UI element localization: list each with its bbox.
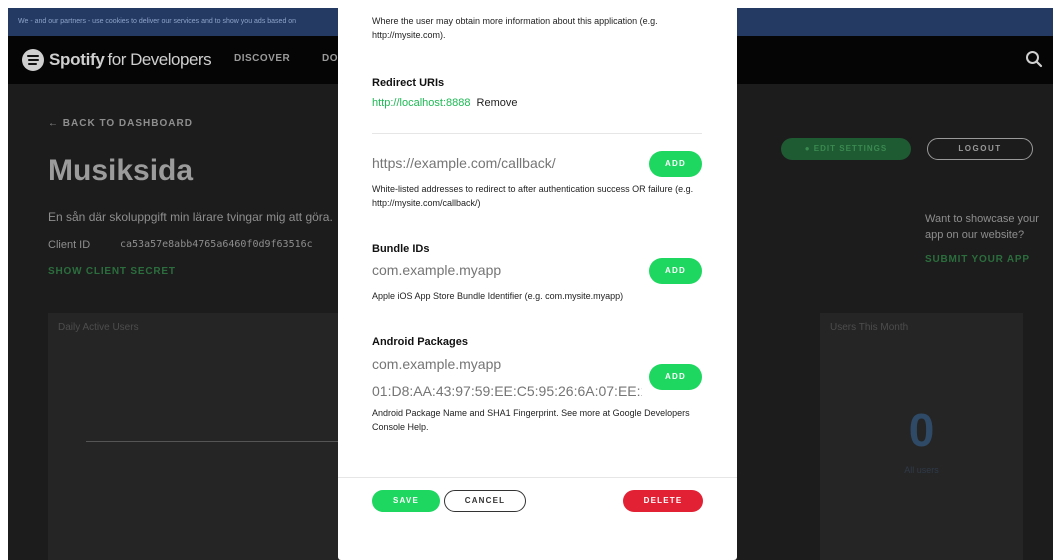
website-help-text: Where the user may obtain more informati… [372,16,658,40]
android-help-text: Android Package Name and SHA1 Fingerprin… [372,408,690,432]
save-button[interactable]: SAVE [372,490,440,512]
logo-brand-text: Spotify [49,50,105,69]
bundle-ids-title: Bundle IDs [372,243,430,255]
submit-app-link[interactable]: SUBMIT YOUR APP [925,254,1030,265]
cookie-banner-text: We - and our partners - use cookies to d… [18,18,297,25]
edit-settings-button[interactable]: ● EDIT SETTINGS [781,138,911,160]
app-description: En sån där skoluppgift min lärare tvinga… [48,210,333,224]
bundle-id-input[interactable] [372,262,632,278]
show-client-secret-link[interactable]: SHOW CLIENT SECRET [48,266,176,277]
nav-docs[interactable]: DO [322,53,338,64]
add-bundle-id-button[interactable]: ADD [649,258,702,284]
redirect-uri-input[interactable] [372,155,632,171]
redirect-uri-value: http://localhost:8888 [372,97,471,109]
divider [372,133,702,134]
sha1-fingerprint-input[interactable] [372,383,642,399]
redirect-uri-row: http://localhost:8888 Remove [372,97,518,109]
daily-active-users-panel: Daily Active Users [48,313,348,560]
users-this-month-title: Users This Month [830,322,909,333]
back-to-dashboard-link[interactable]: ← BACK TO DASHBOARD [48,118,193,129]
showcase-text: Want to showcase your app on our website… [925,213,1039,241]
daily-active-users-title: Daily Active Users [58,322,139,333]
logo-subtitle-text: for Developers [107,50,212,69]
edit-settings-modal: Where the user may obtain more informati… [338,0,737,560]
app-title: Musiksida [48,154,194,187]
delete-button[interactable]: DELETE [623,490,703,512]
client-id-label: Client ID [48,239,91,251]
remove-redirect-uri-link[interactable]: Remove [477,97,518,109]
footer-divider [338,477,737,478]
redirect-help-text: White-listed addresses to redirect to af… [372,184,694,208]
android-packages-title: Android Packages [372,336,468,348]
logout-button[interactable]: LOGOUT [927,138,1033,160]
bundle-help-text: Apple iOS App Store Bundle Identifier (e… [372,291,624,301]
nav-discover[interactable]: DISCOVER [234,53,290,64]
cancel-button[interactable]: CANCEL [444,490,526,512]
redirect-uris-title: Redirect URIs [372,77,445,89]
users-count-label: All users [904,465,939,475]
android-package-input[interactable] [372,356,632,372]
add-redirect-uri-button[interactable]: ADD [649,151,702,177]
client-id-value: ca53a57e8abb4765a6460f0d9f63516c [120,239,313,250]
users-this-month-panel: Users This Month 0 All users [820,313,1023,560]
spotify-logo-icon [22,49,44,71]
chart-baseline [86,441,348,442]
search-icon[interactable] [1025,50,1043,68]
add-android-package-button[interactable]: ADD [649,364,702,390]
spotify-developers-logo[interactable]: Spotify for Developers [22,49,212,71]
users-count: 0 [908,404,935,456]
